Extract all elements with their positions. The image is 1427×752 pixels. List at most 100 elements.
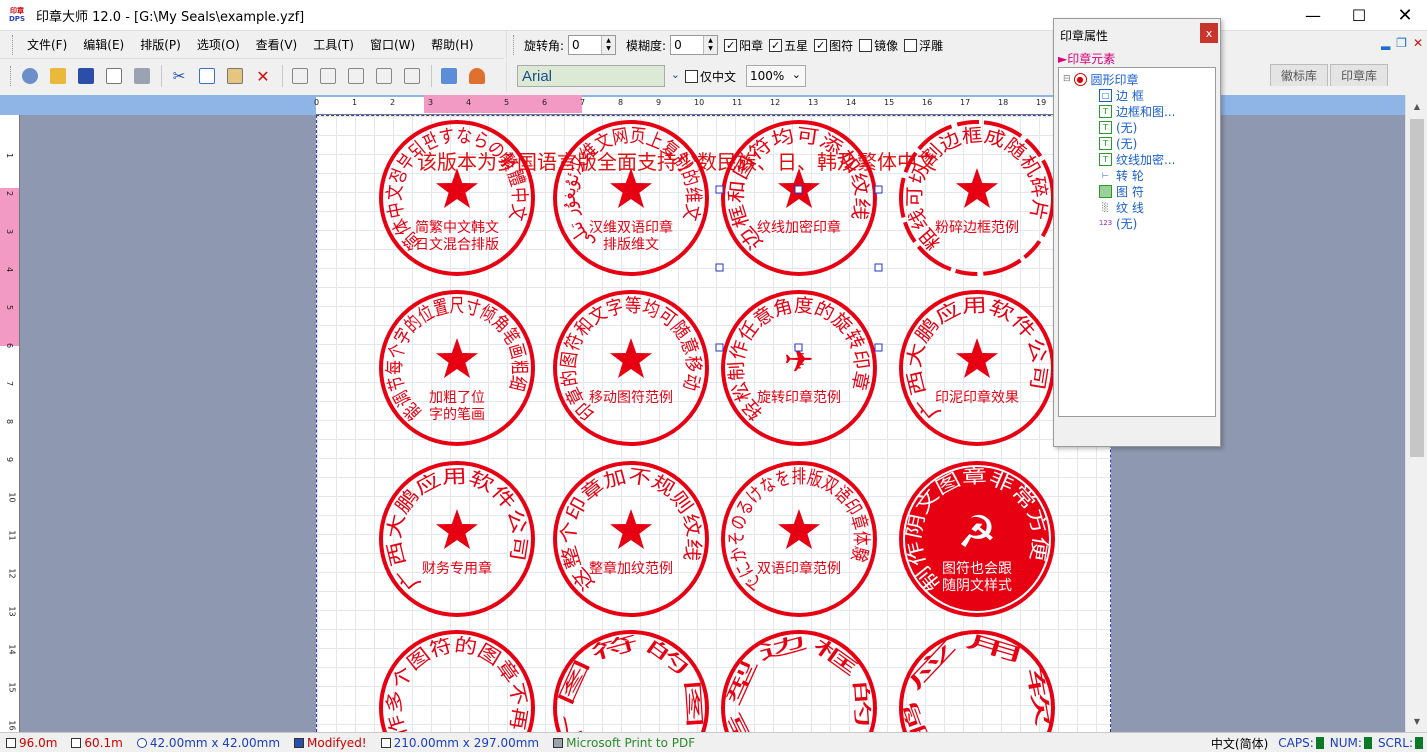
open-button[interactable] (45, 63, 71, 89)
emboss-checkbox[interactable]: 浮雕 (904, 37, 943, 54)
vertical-scrollbar[interactable]: ▲ ▼ (1405, 95, 1427, 732)
menu-layout[interactable]: 排版(P) (132, 36, 189, 53)
new-button[interactable] (17, 63, 43, 89)
selection-handle[interactable] (715, 263, 724, 272)
mirror-checkbox[interactable]: 镜像 (859, 37, 898, 54)
chevron-down-icon[interactable]: ⌄ (671, 68, 680, 81)
star-checkbox[interactable]: ✓ 五星 (769, 37, 808, 54)
tree-item-label: 圆形印章 (1090, 72, 1139, 87)
rotation-spinner[interactable]: ▲ ▼ (601, 36, 616, 54)
chevron-down-icon[interactable]: ⌄ (792, 68, 801, 81)
panel-close-button[interactable]: x (1200, 23, 1218, 43)
align-top-button[interactable] (371, 63, 397, 89)
selection-handle[interactable] (874, 185, 883, 194)
blur-input[interactable]: 0 ▲ ▼ (670, 35, 719, 55)
tree-item-text3[interactable]: T (无) (1099, 135, 1137, 151)
seal[interactable]: ئۇيغۇر تىلى汉维文网页上复制的维文汉维双语印章排版维文 (553, 120, 709, 276)
cut-button[interactable]: ✂ (166, 63, 192, 89)
mdi-close-icon[interactable]: ✕ (1413, 36, 1423, 50)
seal-group[interactable]: 简体中文정부되판すならの繁體中文简繁中文韩文日文混合排版 ئۇيغۇر تىلى汉… (379, 120, 1055, 732)
toolbar-grip[interactable] (10, 66, 13, 86)
seal[interactable]: 能调节每个字的位置尺寸倾角笔画粗细加粗了位字的笔画 (379, 290, 535, 446)
blur-spinner[interactable]: ▲ ▼ (703, 36, 718, 54)
tree-item-label: (无) (1116, 120, 1138, 135)
seal[interactable]: 简体中文정부되판すならの繁體中文简繁中文韩文日文混合排版 (379, 120, 535, 276)
stamp-toolbar: 旋转角: 0 ▲ ▼ 模糊度: 0 ▲ ▼ ✓ 阳章 ✓ 五星 ✓ 图符 镜像 浮雕 (506, 31, 1054, 59)
copy-button[interactable] (194, 63, 220, 89)
tab-seal-library[interactable]: 印章库 (1330, 64, 1389, 86)
preview-button[interactable] (101, 63, 127, 89)
ruler-corner (0, 95, 20, 115)
print-button[interactable] (129, 63, 155, 89)
menu-edit[interactable]: 编辑(E) (75, 36, 132, 53)
only-chinese-checkbox[interactable]: 仅中文 (685, 68, 736, 85)
selection-handle[interactable] (874, 263, 883, 272)
positive-seal-checkbox[interactable]: ✓ 阳章 (724, 37, 763, 54)
tree-item-text4[interactable]: T 纹线加密... (1099, 151, 1175, 167)
user-button[interactable] (464, 63, 490, 89)
ruler-number: 5 (504, 98, 510, 107)
seal[interactable]: 广西大鹏应用软件公司印泥印章效果 (899, 290, 1055, 446)
menu-tools[interactable]: 工具(T) (305, 36, 362, 53)
element-tree[interactable]: ⊟ ● 圆形印章 □ 边 框 T 边框和图... T (无) T (无) T 纹线加密... … (1058, 67, 1216, 417)
tree-item-text1[interactable]: T 边框和图... (1099, 103, 1175, 119)
toolbar-grip[interactable] (12, 34, 15, 55)
seal[interactable]: 轻松制作任意角度的旋转印章✈旋转印章范例 (721, 290, 877, 446)
seal[interactable]: 制作阴文图章非常方便☭图符也会跟随阴文样式 (899, 461, 1055, 617)
seal[interactable]: 广西大鹏应用软件公司财务专用章 (379, 461, 535, 617)
close-button[interactable]: ✕ (1382, 0, 1427, 31)
checkbox-box (904, 38, 918, 52)
zoom-select[interactable]: 100% ⌄ (746, 65, 807, 87)
seal[interactable]: 边框和图符均可添加纹线纹线加密印章 (721, 120, 877, 276)
tree-item-image[interactable]: 图 符 (1099, 183, 1144, 199)
menu-file[interactable]: 文件(F) (19, 36, 75, 53)
menu-view[interactable]: 查看(V) (248, 36, 306, 53)
collapse-icon[interactable]: ⊟ (1063, 74, 1071, 84)
save-button[interactable] (73, 63, 99, 89)
seal[interactable]: でにかそのるけなを排版双语印章体験双语印章范例 (721, 461, 877, 617)
menu-help[interactable]: 帮助(H) (423, 36, 481, 53)
scroll-down-icon[interactable]: ▼ (1406, 712, 1427, 730)
minimize-button[interactable]: — (1290, 0, 1336, 31)
paste-button[interactable] (222, 63, 248, 89)
scroll-up-icon[interactable]: ▲ (1406, 97, 1427, 115)
toolbar-grip[interactable] (513, 35, 516, 55)
selection-handle[interactable] (874, 343, 883, 352)
selection-handle[interactable] (794, 343, 803, 352)
tree-item-wheel[interactable]: ⊢ 转 轮 (1099, 167, 1144, 183)
seal[interactable]: 粗线可切割边框成随机碎片粉碎边框范例 (899, 120, 1055, 276)
maximize-button[interactable]: ☐ (1336, 0, 1382, 31)
mdi-minimize-icon[interactable]: ▂ (1381, 36, 1390, 50)
seal[interactable]: 鹏应用软 (898, 629, 1055, 732)
font-select[interactable]: Arial ⌄ (517, 65, 680, 87)
align-bottom-button[interactable] (399, 63, 425, 89)
rotation-input[interactable]: 0 ▲ ▼ (568, 35, 617, 55)
rotation-label: 旋转角: (524, 38, 565, 53)
scroll-thumb[interactable] (1410, 119, 1424, 457)
align-center-button[interactable] (287, 63, 313, 89)
tree-item-text2[interactable]: T (无) (1099, 119, 1137, 135)
tree-item-hatch[interactable]: ░ 纹 线 (1099, 199, 1143, 215)
tree-item-frame[interactable]: □ 边 框 (1099, 87, 1144, 103)
seal[interactable]: 制作多个图符的图章不再 (379, 630, 535, 732)
selection-handle[interactable] (715, 343, 724, 352)
seal[interactable]: 造型边框的 (721, 630, 877, 732)
align-left-button[interactable] (315, 63, 341, 89)
symbol-checkbox[interactable]: ✓ 图符 (814, 37, 853, 54)
menu-window[interactable]: 窗口(W) (362, 36, 423, 53)
seal[interactable]: 印章的图符和文字等均可随意移动移动图符范例 (553, 290, 709, 446)
paper-canvas[interactable]: 该版本为多国语言版全面支持少数民族、日、韩及繁体中文 简体中文정부되판すならの繁… (316, 115, 1111, 732)
mdi-restore-icon[interactable]: ❐ (1396, 36, 1407, 50)
menu-options[interactable]: 选项(O) (189, 36, 248, 53)
tree-item-number[interactable]: 123 (无) (1099, 215, 1138, 231)
image-button[interactable] (436, 63, 462, 89)
align-right-button[interactable] (343, 63, 369, 89)
seal[interactable]: 个图符的图 (553, 630, 709, 732)
selection-handle[interactable] (794, 185, 803, 194)
status-modified: Modifyed! (288, 736, 367, 750)
tab-logo-library[interactable]: 徽标库 (1270, 64, 1329, 86)
delete-button[interactable]: ✕ (250, 63, 276, 89)
selection-handle[interactable] (715, 185, 724, 194)
seal[interactable]: 这整个印章加不规则纹线整章加纹范例 (553, 461, 709, 617)
tree-item-root[interactable]: ⊟ ● 圆形印章 (1063, 71, 1139, 87)
